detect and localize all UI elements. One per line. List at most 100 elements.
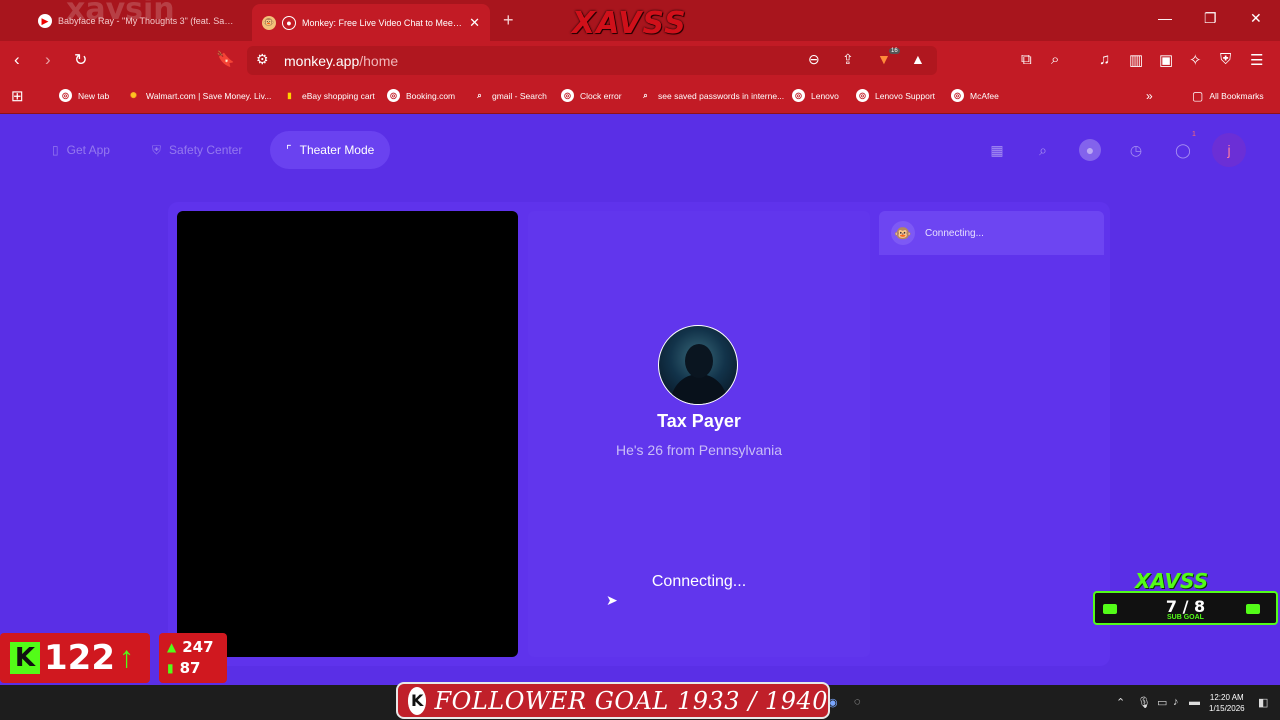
url-field[interactable]: ⚙ monkey.app/home ⊖ ⇪ ▼ 16 ▲ <box>247 46 937 75</box>
monkey-icon: 🐵 <box>891 221 915 245</box>
back-icon[interactable]: ‹ <box>14 50 20 70</box>
chevron-up-icon[interactable]: ⌃ <box>1116 696 1125 709</box>
search-icon[interactable]: ⌕ <box>1032 139 1054 161</box>
recording-icon: ● <box>282 15 296 30</box>
new-tab-button[interactable]: + <box>503 10 514 31</box>
bookmark-item[interactable]: ◎ Clock error <box>561 89 622 102</box>
folder-icon: ▢ <box>1192 89 1204 103</box>
more-bookmarks-icon[interactable]: » <box>1146 89 1153 103</box>
theater-mode-label: Theater Mode <box>299 143 375 157</box>
monkey-icon: 🐵 <box>262 15 276 30</box>
globe-icon: ◎ <box>59 89 72 102</box>
bookmark-item[interactable]: ◎ Lenovo <box>792 89 839 102</box>
restore-icon[interactable]: ❐ <box>1204 10 1217 27</box>
sidebar-icon[interactable]: ▥ <box>1129 51 1143 69</box>
bookmark-label: Lenovo Support <box>875 90 936 101</box>
stream-top-logo: XAVSS <box>572 6 687 41</box>
share-icon[interactable]: ⇪ <box>842 51 854 68</box>
microphone-icon[interactable]: 🎙 <box>1137 696 1151 709</box>
site-info-icon[interactable]: ⚙ <box>256 51 269 68</box>
history-icon[interactable]: ◷ <box>1125 139 1147 161</box>
bookmark-item[interactable]: ▮ eBay shopping cart <box>283 89 374 102</box>
notifications-icon[interactable]: ◧ <box>1258 696 1268 709</box>
bookmark-item[interactable]: ⌕ gmail - Search <box>473 89 547 102</box>
match-subtitle: He's 26 from Pennsylvania <box>615 442 783 458</box>
phone-icon: ▯ <box>52 143 59 157</box>
connection-status: Connecting... <box>651 573 747 590</box>
up-arrow-icon: ↑ <box>118 641 134 674</box>
get-app-button[interactable]: ▯ Get App <box>36 131 126 169</box>
store-icon[interactable]: ▦ <box>986 139 1008 161</box>
browser-address-bar: ‹ › ↻ 🔖 ⚙ monkey.app/home ⊖ ⇪ ▼ 16 ▲ ⧉ ⌕… <box>0 41 1280 80</box>
get-app-label: Get App <box>66 143 110 157</box>
bookmark-item[interactable]: ◎ Booking.com <box>387 89 455 102</box>
brave-shield-icon[interactable]: ▼ <box>877 51 891 67</box>
extension-badge: 16 <box>889 48 900 54</box>
zoom-icon[interactable]: ⊖ <box>808 51 820 68</box>
media-icon[interactable]: ♫ <box>1099 51 1110 68</box>
all-bookmarks-label: All Bookmarks <box>1209 91 1264 101</box>
youtube-icon: ▶ <box>38 14 52 28</box>
kick-logo-icon: K <box>408 686 427 715</box>
tab-title: Monkey: Free Live Video Chat to Meet New… <box>302 17 463 28</box>
bar-chart-icon: ▮ <box>167 661 174 675</box>
close-window-icon[interactable]: ✕ <box>1250 10 1262 27</box>
tab-monkey[interactable]: 🐵 ● Monkey: Free Live Video Chat to Meet… <box>252 4 490 41</box>
app-icon[interactable]: ◌ <box>854 696 861 708</box>
match-avatar[interactable] <box>658 325 738 405</box>
rewards-icon[interactable]: ▲ <box>911 51 925 67</box>
upvote-icon: ▲ <box>167 640 177 654</box>
forward-icon[interactable]: › <box>45 50 51 70</box>
clock[interactable]: 12:20 AM 1/15/2026 <box>1209 692 1245 714</box>
profile-avatar[interactable]: j <box>1212 133 1246 167</box>
bookmark-item[interactable]: ◎ New tab <box>59 89 109 102</box>
menu-icon[interactable]: ☰ <box>1250 51 1263 69</box>
shield-icon: ⛨ <box>152 142 162 157</box>
display-icon[interactable]: ▭ <box>1157 696 1167 709</box>
safety-center-button[interactable]: ⛨ Safety Center <box>136 131 258 169</box>
chat-icon[interactable]: ◯ <box>1172 139 1194 161</box>
bookmark-label: Clock error <box>580 90 622 101</box>
battery-icon[interactable]: ▬ <box>1189 696 1200 708</box>
apps-grid-icon[interactable]: ⊞ <box>11 87 24 105</box>
volume-icon[interactable]: ♪ <box>1173 696 1179 708</box>
bookmark-label: New tab <box>78 90 110 101</box>
kick-logo-icon: K <box>10 642 40 674</box>
search-icon: ⌕ <box>477 90 482 100</box>
clock-date: 1/15/2026 <box>1209 704 1245 713</box>
close-tab-icon[interactable]: ✕ <box>469 15 480 31</box>
search-icon: ⌕ <box>643 90 648 100</box>
url-host: monkey.app <box>284 52 360 69</box>
browser-tab-bar: xavsin ▶ Babyface Ray - "My Thoughts 3" … <box>0 0 1280 41</box>
globe-icon: ◎ <box>951 89 964 102</box>
all-bookmarks-button[interactable]: ▢ All Bookmarks <box>1192 89 1264 103</box>
sub-goal-label: SUB GOAL <box>1167 614 1204 621</box>
bookmark-icon[interactable]: 🔖 <box>216 50 235 68</box>
globe-icon: ◎ <box>561 89 574 102</box>
notification-badge: 1 <box>1192 131 1196 138</box>
stream-stats: ▲ 247 ▮ 87 <box>159 633 227 683</box>
bookmark-label: see saved passwords in interne... <box>658 90 785 101</box>
bookmark-item[interactable]: ✺ Walmart.com | Save Money. Liv... <box>127 89 271 102</box>
chat-status-row: 🐵 Connecting... <box>879 211 1104 255</box>
sub-goal-widget: XAVSS 7 / 8 SUB GOAL <box>1093 569 1278 627</box>
reader-icon[interactable]: ⌕ <box>1051 51 1059 68</box>
vpn-icon[interactable]: ⛨ <box>1220 51 1231 68</box>
bookmark-item[interactable]: ◎ Lenovo Support <box>856 89 935 102</box>
globe-icon: ◎ <box>856 89 869 102</box>
ebay-icon: ▮ <box>287 91 292 100</box>
monkey-page: ▯ Get App ⛨ Safety Center ⌜ Theater Mode… <box>0 115 1280 685</box>
sub-goal-bar: 7 / 8 SUB GOAL <box>1093 591 1278 625</box>
theater-mode-button[interactable]: ⌜ Theater Mode <box>270 131 391 169</box>
minimize-icon[interactable]: — <box>1158 10 1172 26</box>
leo-ai-icon[interactable]: ✧ <box>1189 51 1202 69</box>
tab-youtube[interactable]: ▶ Babyface Ray - "My Thoughts 3" (feat. … <box>28 6 248 36</box>
bookmark-label: gmail - Search <box>492 90 547 101</box>
chat-panel: 🐵 Connecting... <box>879 211 1104 657</box>
reload-icon[interactable]: ↻ <box>74 50 87 70</box>
bookmark-item[interactable]: ◎ McAfee <box>951 89 999 102</box>
friends-icon[interactable]: ● <box>1079 139 1101 161</box>
wallet-icon[interactable]: ▣ <box>1159 51 1173 69</box>
bookmark-item[interactable]: ⌕ see saved passwords in interne... <box>639 89 784 102</box>
extensions-icon[interactable]: ⧉ <box>1021 51 1032 68</box>
